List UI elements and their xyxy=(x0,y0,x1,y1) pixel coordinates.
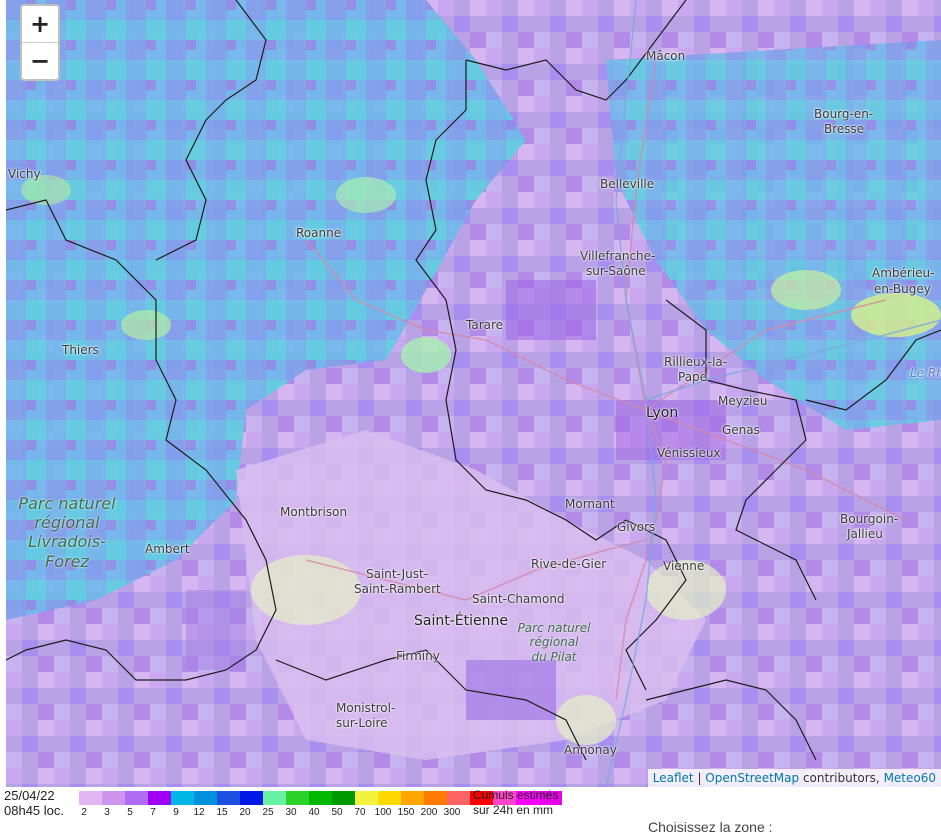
precipitation-map[interactable]: + − Vichy Roanne Thiers Tarare Mâcon Bou… xyxy=(6,0,941,787)
legend-swatch xyxy=(401,791,424,805)
legend-tick-label: 7 xyxy=(150,807,156,818)
place-amberieu: Ambérieu- xyxy=(872,266,935,280)
park-livradois-line-4: Forez xyxy=(45,551,89,571)
place-bourg-en-bresse-2: Bresse xyxy=(824,122,865,136)
park-pilat-line-3: du Pilat xyxy=(531,649,577,664)
park-pilat-line-1: Parc naturel xyxy=(517,621,591,635)
legend-swatch xyxy=(355,791,378,805)
legend-tick-label: 25 xyxy=(262,807,274,818)
place-rillieux-2: Pape xyxy=(678,370,708,384)
legend-caption-line-2: sur 24h en mm xyxy=(473,803,554,817)
zoom-in-button[interactable]: + xyxy=(22,6,58,42)
zoom-control: + − xyxy=(20,4,60,81)
meteo60-link[interactable]: Meteo60 xyxy=(884,771,936,785)
place-amberieu-2: en-Bugey xyxy=(874,282,931,296)
legend-tick-label: 5 xyxy=(127,807,133,818)
legend-swatch xyxy=(263,791,286,805)
legend-swatch xyxy=(378,791,401,805)
place-saint-chamond: Saint-Chamond xyxy=(472,592,565,606)
precipitation-legend: 25/04/22 08h45 loc. 2 3 5 7 9 12 15 20 25 30 40 50 7… xyxy=(0,787,941,835)
park-pilat-line-2: régional xyxy=(529,635,579,650)
legend-caption: Cumuls estimés sur 24h en mm xyxy=(473,788,558,818)
precipitation-overlay xyxy=(6,0,941,787)
place-bourgoin-jallieu: Bourgoin- xyxy=(840,512,899,526)
legend-swatch xyxy=(148,791,171,805)
legend-swatch xyxy=(447,791,470,805)
place-rive-de-gier: Rive-de-Gier xyxy=(531,557,607,571)
place-firminy: Firminy xyxy=(396,649,440,663)
place-saint-just-2: Saint-Rambert xyxy=(354,582,441,596)
place-venissieux: Vénissieux xyxy=(657,446,721,460)
place-annonay: Annonay xyxy=(564,743,617,757)
place-ambert: Ambert xyxy=(145,542,190,556)
legend-swatch xyxy=(332,791,355,805)
legend-caption-line-1: Cumuls estimés xyxy=(473,788,559,802)
legend-swatch xyxy=(286,791,309,805)
legend-tick-label: 40 xyxy=(308,807,320,818)
legend-date: 25/04/22 xyxy=(4,788,55,803)
place-givors: Givors xyxy=(617,520,656,534)
legend-tick-label: 70 xyxy=(354,807,366,818)
legend-tick-label: 12 xyxy=(193,807,205,818)
place-belleville: Belleville xyxy=(600,177,655,191)
leaflet-link[interactable]: Leaflet xyxy=(653,771,694,785)
park-livradois-line-1: Parc naturel xyxy=(18,494,116,513)
place-bourg-en-bresse: Bourg-en- xyxy=(814,107,874,121)
place-roanne: Roanne xyxy=(296,226,342,240)
place-villefranche-2: sur-Saône xyxy=(586,264,646,278)
openstreetmap-link[interactable]: OpenStreetMap xyxy=(705,771,799,785)
attribution-separator: | xyxy=(693,771,706,785)
place-macon: Mâcon xyxy=(646,49,686,63)
park-livradois-forez: Parc naturel régional Livradois- Forez xyxy=(12,494,122,571)
legend-tick-label: 300 xyxy=(443,807,461,818)
zone-selector-label: Choisissez la zone : xyxy=(648,819,773,835)
legend-tick-label: 200 xyxy=(420,807,438,818)
place-meyzieu: Meyzieu xyxy=(718,394,768,408)
legend-timestamp: 25/04/22 08h45 loc. xyxy=(4,788,64,818)
legend-swatch xyxy=(309,791,332,805)
place-rillieux: Rillieux-la- xyxy=(664,355,728,369)
place-genas: Genas xyxy=(722,423,760,437)
legend-time: 08h45 loc. xyxy=(4,803,64,818)
legend-swatch xyxy=(125,791,148,805)
map-attribution: Leaflet | OpenStreetMap contributors, Me… xyxy=(647,769,941,787)
place-lyon: Lyon xyxy=(646,405,679,421)
legend-tick-label: 3 xyxy=(104,807,110,818)
place-vienne: Vienne xyxy=(663,559,705,573)
place-bourgoin-jallieu-2: Jallieu xyxy=(847,527,883,541)
place-le-rhone: Le Rhô xyxy=(910,366,941,380)
legend-tick-label: 100 xyxy=(374,807,392,818)
legend-swatch xyxy=(102,791,125,805)
park-pilat: Parc naturel régional du Pilat xyxy=(506,621,602,664)
legend-tick-label: 15 xyxy=(216,807,228,818)
zoom-out-button[interactable]: − xyxy=(22,42,58,79)
legend-tick-label: 20 xyxy=(239,807,251,818)
legend-swatch xyxy=(79,791,102,805)
legend-tick-label: 2 xyxy=(81,807,87,818)
place-montbrison: Montbrison xyxy=(280,505,348,519)
legend-tick-label: 50 xyxy=(331,807,343,818)
legend-swatch xyxy=(240,791,263,805)
place-mornant: Mornant xyxy=(565,497,615,511)
place-saint-etienne: Saint-Étienne xyxy=(414,613,508,629)
place-saint-just: Saint-Just- xyxy=(366,567,429,581)
attribution-contributors: contributors, xyxy=(799,771,884,785)
legend-tick-label: 9 xyxy=(173,807,179,818)
place-monistrol-2: sur-Loire xyxy=(336,716,388,730)
park-livradois-line-2: régional xyxy=(34,513,100,533)
legend-swatch xyxy=(424,791,447,805)
place-thiers: Thiers xyxy=(62,343,99,357)
legend-swatch xyxy=(217,791,240,805)
park-livradois-line-3: Livradois- xyxy=(28,532,106,552)
place-vichy: Vichy xyxy=(8,167,41,181)
legend-swatch xyxy=(194,791,217,805)
place-monistrol: Monistrol- xyxy=(336,701,396,715)
legend-tick-label: 30 xyxy=(285,807,297,818)
legend-tick-label: 150 xyxy=(397,807,415,818)
legend-swatch xyxy=(171,791,194,805)
place-tarare: Tarare xyxy=(466,318,504,332)
place-villefranche: Villefranche- xyxy=(580,249,656,263)
